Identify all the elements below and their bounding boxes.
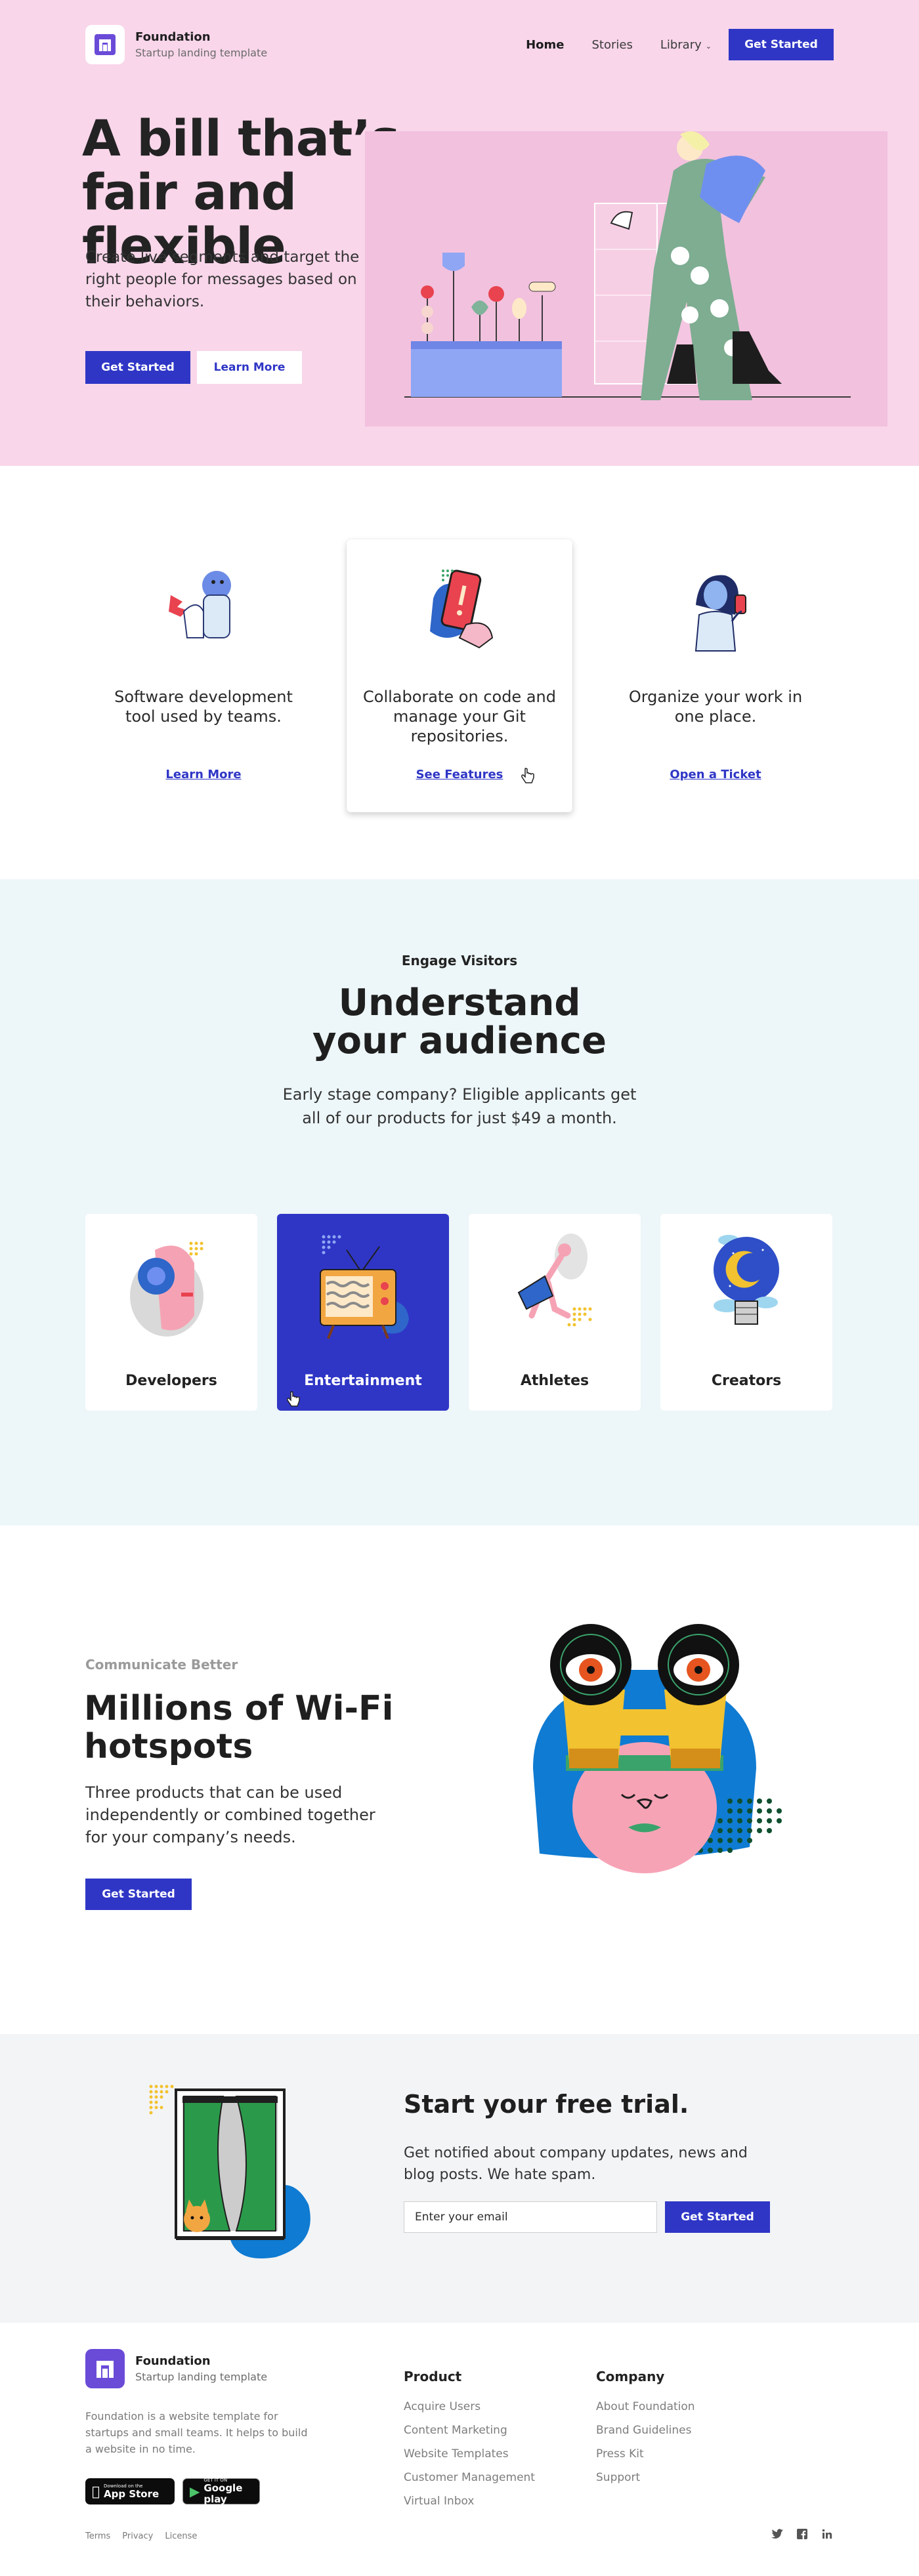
nav-library-label: Library <box>660 37 702 52</box>
top-nav: Foundation Startup landing template Home… <box>85 25 834 64</box>
footer-link[interactable]: Customer Management <box>404 2466 535 2489</box>
feature-card-organize: Organize your work in one place. Open a … <box>603 539 828 781</box>
window-cat-illustration <box>149 2085 310 2258</box>
brand-name: Foundation <box>135 2354 211 2368</box>
hotspots-section: Communicate Better Millions of Wi-Fi hot… <box>0 1526 919 2034</box>
hero-learn-more-button[interactable]: Learn More <box>197 351 302 384</box>
hotspots-subtitle: Three products that can be used independ… <box>85 1783 375 1846</box>
hero-get-started-button[interactable]: Get Started <box>85 351 190 384</box>
footer-brand[interactable]: Foundation Startup landing template <box>85 2349 267 2388</box>
hotspots-title: Millions of Wi-Fi hotspots <box>84 1689 394 1766</box>
tile-developers[interactable]: Developers <box>85 1214 257 1411</box>
hotspots-get-started-button[interactable]: Get Started <box>85 1879 192 1910</box>
hero-section: Foundation Startup landing template Home… <box>0 0 919 466</box>
play-icon: ▶ <box>190 2483 200 2499</box>
tile-entertainment[interactable]: Entertainment <box>277 1214 449 1411</box>
tile-creators[interactable]: Creators <box>660 1214 832 1411</box>
email-field[interactable] <box>404 2201 657 2233</box>
brand-logo <box>85 2349 125 2388</box>
chevron-down-icon: ⌄ <box>705 41 712 51</box>
legal-links: Terms Privacy License <box>85 2531 197 2541</box>
footer-link[interactable]: Brand Guidelines <box>596 2419 695 2442</box>
nav-get-started-button[interactable]: Get Started <box>729 29 834 60</box>
brand-name: Foundation <box>135 30 211 44</box>
brand-tagline: Startup landing template <box>135 47 268 59</box>
footer-link[interactable]: Content Marketing <box>404 2419 535 2442</box>
open-ticket-link[interactable]: Open a Ticket <box>603 768 828 781</box>
signup-form: Get Started <box>404 2201 770 2233</box>
audience-title: Understand your audience <box>0 984 919 1060</box>
nav-links: Home Stories Library ⌄ <box>526 38 712 52</box>
audience-eyebrow: Engage Visitors <box>401 953 518 968</box>
hero-buttons: Get Started Learn More <box>85 351 302 384</box>
license-link[interactable]: License <box>165 2531 197 2541</box>
audience-subtitle: Early stage company? Eligible applicants… <box>282 1085 637 1127</box>
footer-column-title: Company <box>596 2369 665 2384</box>
nav-stories[interactable]: Stories <box>591 38 632 52</box>
footer-column-product: Product Acquire Users Content Marketing … <box>404 2369 535 2513</box>
developer-illustration <box>169 571 231 638</box>
tile-label: Entertainment <box>304 1373 422 1389</box>
social-links <box>771 2529 834 2542</box>
app-store-big: App Store <box>96 2487 159 2500</box>
privacy-link[interactable]: Privacy <box>122 2531 153 2541</box>
tile-label: Developers <box>125 1373 217 1389</box>
hero-illustration <box>365 131 887 426</box>
footer-column-title: Product <box>404 2369 462 2384</box>
trial-section: Start your free trial. Get notified abou… <box>0 2034 919 2323</box>
brand-logo <box>85 25 125 64</box>
footer-link[interactable]: Support <box>596 2466 695 2489</box>
footer-link[interactable]: Press Kit <box>596 2442 695 2466</box>
tile-athletes[interactable]: Athletes <box>469 1214 641 1411</box>
audience-title-text: Understand your audience <box>312 982 607 1062</box>
facebook-icon[interactable] <box>796 2529 809 2542</box>
hand-cursor-icon <box>521 768 534 783</box>
trial-get-started-button[interactable]: Get Started <box>665 2201 770 2233</box>
footer-link[interactable]: Website Templates <box>404 2442 535 2466</box>
hand-cursor-icon <box>287 1391 300 1407</box>
feature-text: Collaborate on code and manage your Git … <box>363 688 556 745</box>
feature-text: Organize your work in one place. <box>628 688 803 726</box>
app-store-badge[interactable]:  Download on the App Store <box>85 2478 175 2504</box>
nav-library[interactable]: Library ⌄ <box>660 38 712 52</box>
woman-phone-illustration <box>695 575 746 652</box>
footer-link[interactable]: Acquire Users <box>404 2395 535 2419</box>
app-store-badges:  Download on the App Store ▶ GET IT ON … <box>85 2478 260 2505</box>
twitter-icon[interactable] <box>771 2529 784 2542</box>
audience-section: Engage Visitors Understand your audience… <box>0 879 919 1526</box>
apple-icon:  <box>92 2483 100 2499</box>
audience-tiles: Developers Entertainment Athletes Creato… <box>85 1214 832 1411</box>
footer-column-company: Company About Foundation Brand Guideline… <box>596 2369 695 2489</box>
phone-illustration <box>430 570 494 649</box>
athlete-illustration <box>517 1234 592 1327</box>
footer-link[interactable]: About Foundation <box>596 2395 695 2419</box>
developer-robot-illustration <box>130 1241 203 1337</box>
footer-description: Foundation is a website template for sta… <box>85 2410 308 2455</box>
tile-label: Creators <box>711 1373 782 1389</box>
nav-home[interactable]: Home <box>526 38 564 52</box>
feature-text: Software development tool used by teams. <box>114 688 293 726</box>
see-features-link[interactable]: See Features <box>347 768 572 781</box>
google-play-badge[interactable]: ▶ GET IT ON Google play <box>182 2478 260 2505</box>
footer: Foundation Startup landing template Foun… <box>0 2323 919 2550</box>
brand[interactable]: Foundation Startup landing template <box>85 25 267 64</box>
tile-label: Athletes <box>520 1373 589 1389</box>
feature-card-software: Software development tool used by teams.… <box>91 539 316 781</box>
binoculars-illustration <box>533 1624 782 1873</box>
feature-card-collaborate: Collaborate on code and manage your Git … <box>347 539 572 812</box>
brand-tagline: Startup landing template <box>135 2371 268 2383</box>
features-section: Software development tool used by teams.… <box>0 466 919 879</box>
terms-link[interactable]: Terms <box>85 2531 110 2541</box>
tv-illustration <box>320 1235 409 1339</box>
footer-link[interactable]: Virtual Inbox <box>404 2489 535 2513</box>
hero-subtitle: Create live segments and target the righ… <box>85 249 360 310</box>
trial-title: Start your free trial. <box>404 2090 689 2119</box>
hotspots-eyebrow: Communicate Better <box>85 1657 238 1672</box>
linkedin-icon[interactable] <box>821 2529 834 2542</box>
trial-subtitle: Get notified about company updates, news… <box>404 2145 748 2183</box>
google-play-big: Google play <box>203 2482 243 2505</box>
learn-more-link[interactable]: Learn More <box>91 768 316 781</box>
lightbulb-illustration <box>714 1235 779 1325</box>
